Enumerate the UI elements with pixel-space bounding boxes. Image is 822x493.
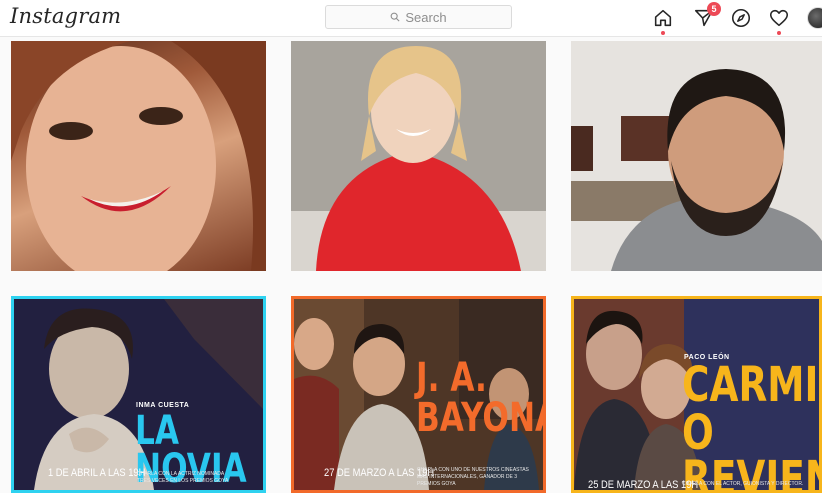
poster-title-line-2: BAYONA [416, 395, 546, 441]
post-thumbnail-3[interactable] [571, 41, 822, 271]
direct-messages-button[interactable]: 5 [692, 2, 721, 30]
search-placeholder: Search [405, 9, 447, 25]
blonde-woman-red-sweater-image [291, 41, 546, 271]
home-icon [654, 9, 672, 27]
top-navigation-bar: Instagram Search 5 [0, 0, 822, 37]
home-button[interactable] [651, 6, 675, 35]
search-icon [391, 12, 400, 22]
activity-button[interactable] [767, 6, 791, 35]
post-thumbnail-carmina[interactable]: PACO LEÓN CARMINA O REVIENTA 25 DE MARZO… [571, 296, 822, 493]
woman-smiling-closeup-image [11, 41, 266, 271]
poster-description: CHARLA CON EL ACTOR, GUIONISTA Y DIRECTO… [682, 481, 804, 487]
poster-title-line-1: J. A. [416, 355, 487, 401]
home-activity-dot [661, 31, 665, 35]
search-input[interactable]: Search [325, 5, 512, 29]
post-thumbnail-la-novia[interactable]: INMA CUESTA LA NOVIA 1 DE ABRIL A LAS 19… [11, 296, 266, 493]
explore-button[interactable] [729, 6, 753, 30]
activity-notification-dot [777, 31, 781, 35]
poster-description: CHARLA CON LA ACTRIZ NOMINADA TRES VECES… [137, 471, 229, 484]
instagram-logo[interactable]: Instagram [10, 4, 121, 28]
post-thumbnail-1[interactable] [11, 41, 266, 271]
post-thumbnail-bayona[interactable]: J. A. BAYONA 27 DE MARZO A LAS 19H CHARL… [291, 296, 546, 493]
post-thumbnail-2[interactable] [291, 41, 546, 271]
bearded-man-selfie-image [571, 41, 822, 271]
heart-icon [769, 9, 789, 27]
compass-icon [731, 8, 751, 28]
messages-badge: 5 [707, 2, 721, 16]
poster-date: 1 DE ABRIL A LAS 19H [48, 467, 146, 479]
poster-description: CHARLA CON UNO DE NUESTROS CINEASTAS MÁS… [417, 467, 529, 487]
poster-title-line-1: CARMINA [682, 357, 819, 413]
profile-avatar[interactable] [807, 7, 822, 29]
